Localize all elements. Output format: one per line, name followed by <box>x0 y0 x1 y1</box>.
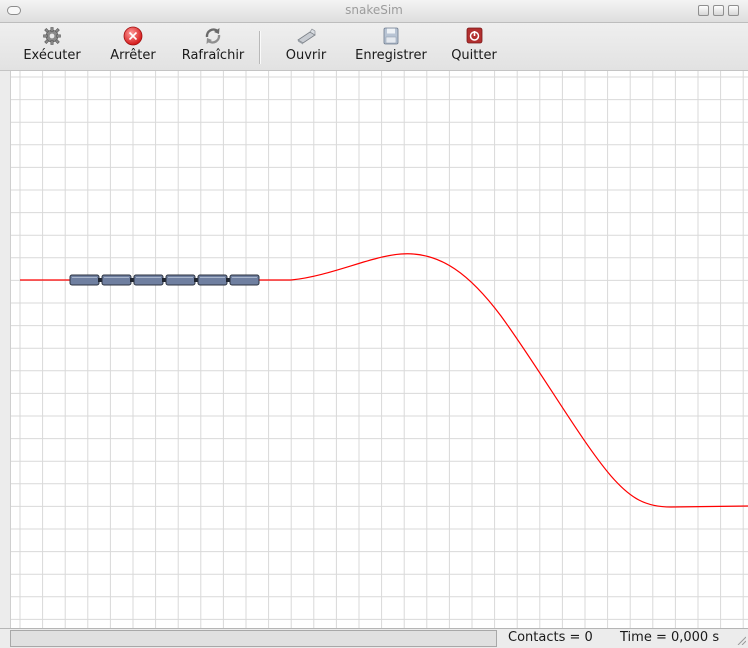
save-icon <box>383 27 399 45</box>
refresh-icon <box>205 28 221 44</box>
run-label: Exécuter <box>23 48 81 63</box>
close-button[interactable] <box>728 5 739 16</box>
save-button[interactable]: Enregistrer <box>345 26 437 68</box>
stop-icon <box>123 26 143 46</box>
stop-label: Arrêter <box>110 48 156 63</box>
simulation-view[interactable] <box>11 71 748 628</box>
open-button[interactable]: Ouvrir <box>278 26 334 68</box>
save-label: Enregistrer <box>355 48 427 63</box>
contacts-status: Contacts = 0 <box>508 630 593 645</box>
snake-segment <box>133 274 164 286</box>
minimize-button[interactable] <box>698 5 709 16</box>
maximize-button[interactable] <box>713 5 724 16</box>
open-label: Ouvrir <box>285 48 327 63</box>
quit-label: Quitter <box>451 48 497 63</box>
snake-path <box>20 253 748 508</box>
status-message-field <box>10 630 497 647</box>
time-status: Time = 0,000 s <box>620 630 720 645</box>
snake-segment <box>165 274 196 286</box>
gear-icon <box>43 27 61 45</box>
stop-button[interactable]: Arrêter <box>103 26 163 68</box>
open-icon <box>297 28 316 45</box>
grid <box>11 71 748 628</box>
quit-button[interactable]: Quitter <box>445 26 503 68</box>
simulation-canvas[interactable] <box>10 71 748 628</box>
snake-segment <box>197 274 228 286</box>
snake-body <box>69 274 260 286</box>
snake-segment <box>69 274 100 286</box>
run-button[interactable]: Exécuter <box>17 26 87 68</box>
status-bar: Contacts = 0 Time = 0,000 s <box>0 628 748 648</box>
snake-segment <box>101 274 132 286</box>
refresh-label: Rafraîchir <box>181 48 245 63</box>
resize-grip-icon[interactable] <box>736 635 746 645</box>
power-icon <box>466 27 483 44</box>
refresh-button[interactable]: Rafraîchir <box>174 26 252 68</box>
window-title: snakeSim <box>345 3 403 17</box>
toolbar: Exécuter Arrêter Rafraîchir Ouvrir Enreg… <box>0 23 748 71</box>
snake-segment <box>229 274 260 286</box>
toolbar-separator <box>259 31 261 64</box>
title-bar: snakeSim <box>0 0 748 23</box>
